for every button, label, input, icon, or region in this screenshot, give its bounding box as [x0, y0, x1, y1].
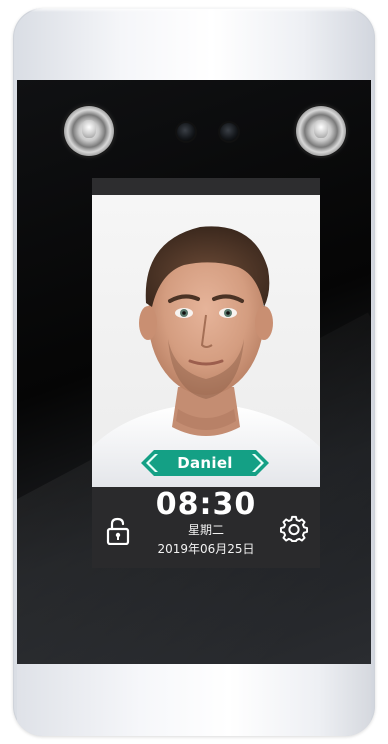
- stage: Daniel 08:30 星期二 2019年06月25日: [0, 0, 388, 744]
- face-photo: [92, 226, 320, 487]
- device-bottom-cap: [17, 664, 371, 736]
- front-glass-panel: Daniel 08:30 星期二 2019年06月25日: [17, 80, 371, 664]
- clock-date: 2019年06月25日: [157, 542, 255, 556]
- settings-button[interactable]: [280, 515, 309, 543]
- recognized-name: Daniel: [177, 454, 233, 472]
- recognized-name-tag: Daniel: [141, 450, 269, 476]
- camera-lens-left: [177, 123, 195, 141]
- clock-weekday: 星期二: [187, 523, 224, 537]
- face-recognition-terminal: Daniel 08:30 星期二 2019年06月25日: [13, 8, 375, 736]
- camera-preview: Daniel: [92, 195, 320, 487]
- clock-time: 08:30: [155, 487, 257, 522]
- status-bar: 08:30 星期二 2019年06月25日: [92, 487, 320, 568]
- ir-light-right: [296, 106, 346, 156]
- gear-icon: [280, 515, 309, 543]
- unlock-button[interactable]: [105, 517, 131, 546]
- camera-lens-right: [220, 123, 238, 141]
- display-screen: Daniel 08:30 星期二 2019年06月25日: [92, 178, 320, 568]
- screen-top-bar: [92, 178, 320, 195]
- unlock-icon: [106, 517, 130, 546]
- ir-light-left: [64, 106, 114, 156]
